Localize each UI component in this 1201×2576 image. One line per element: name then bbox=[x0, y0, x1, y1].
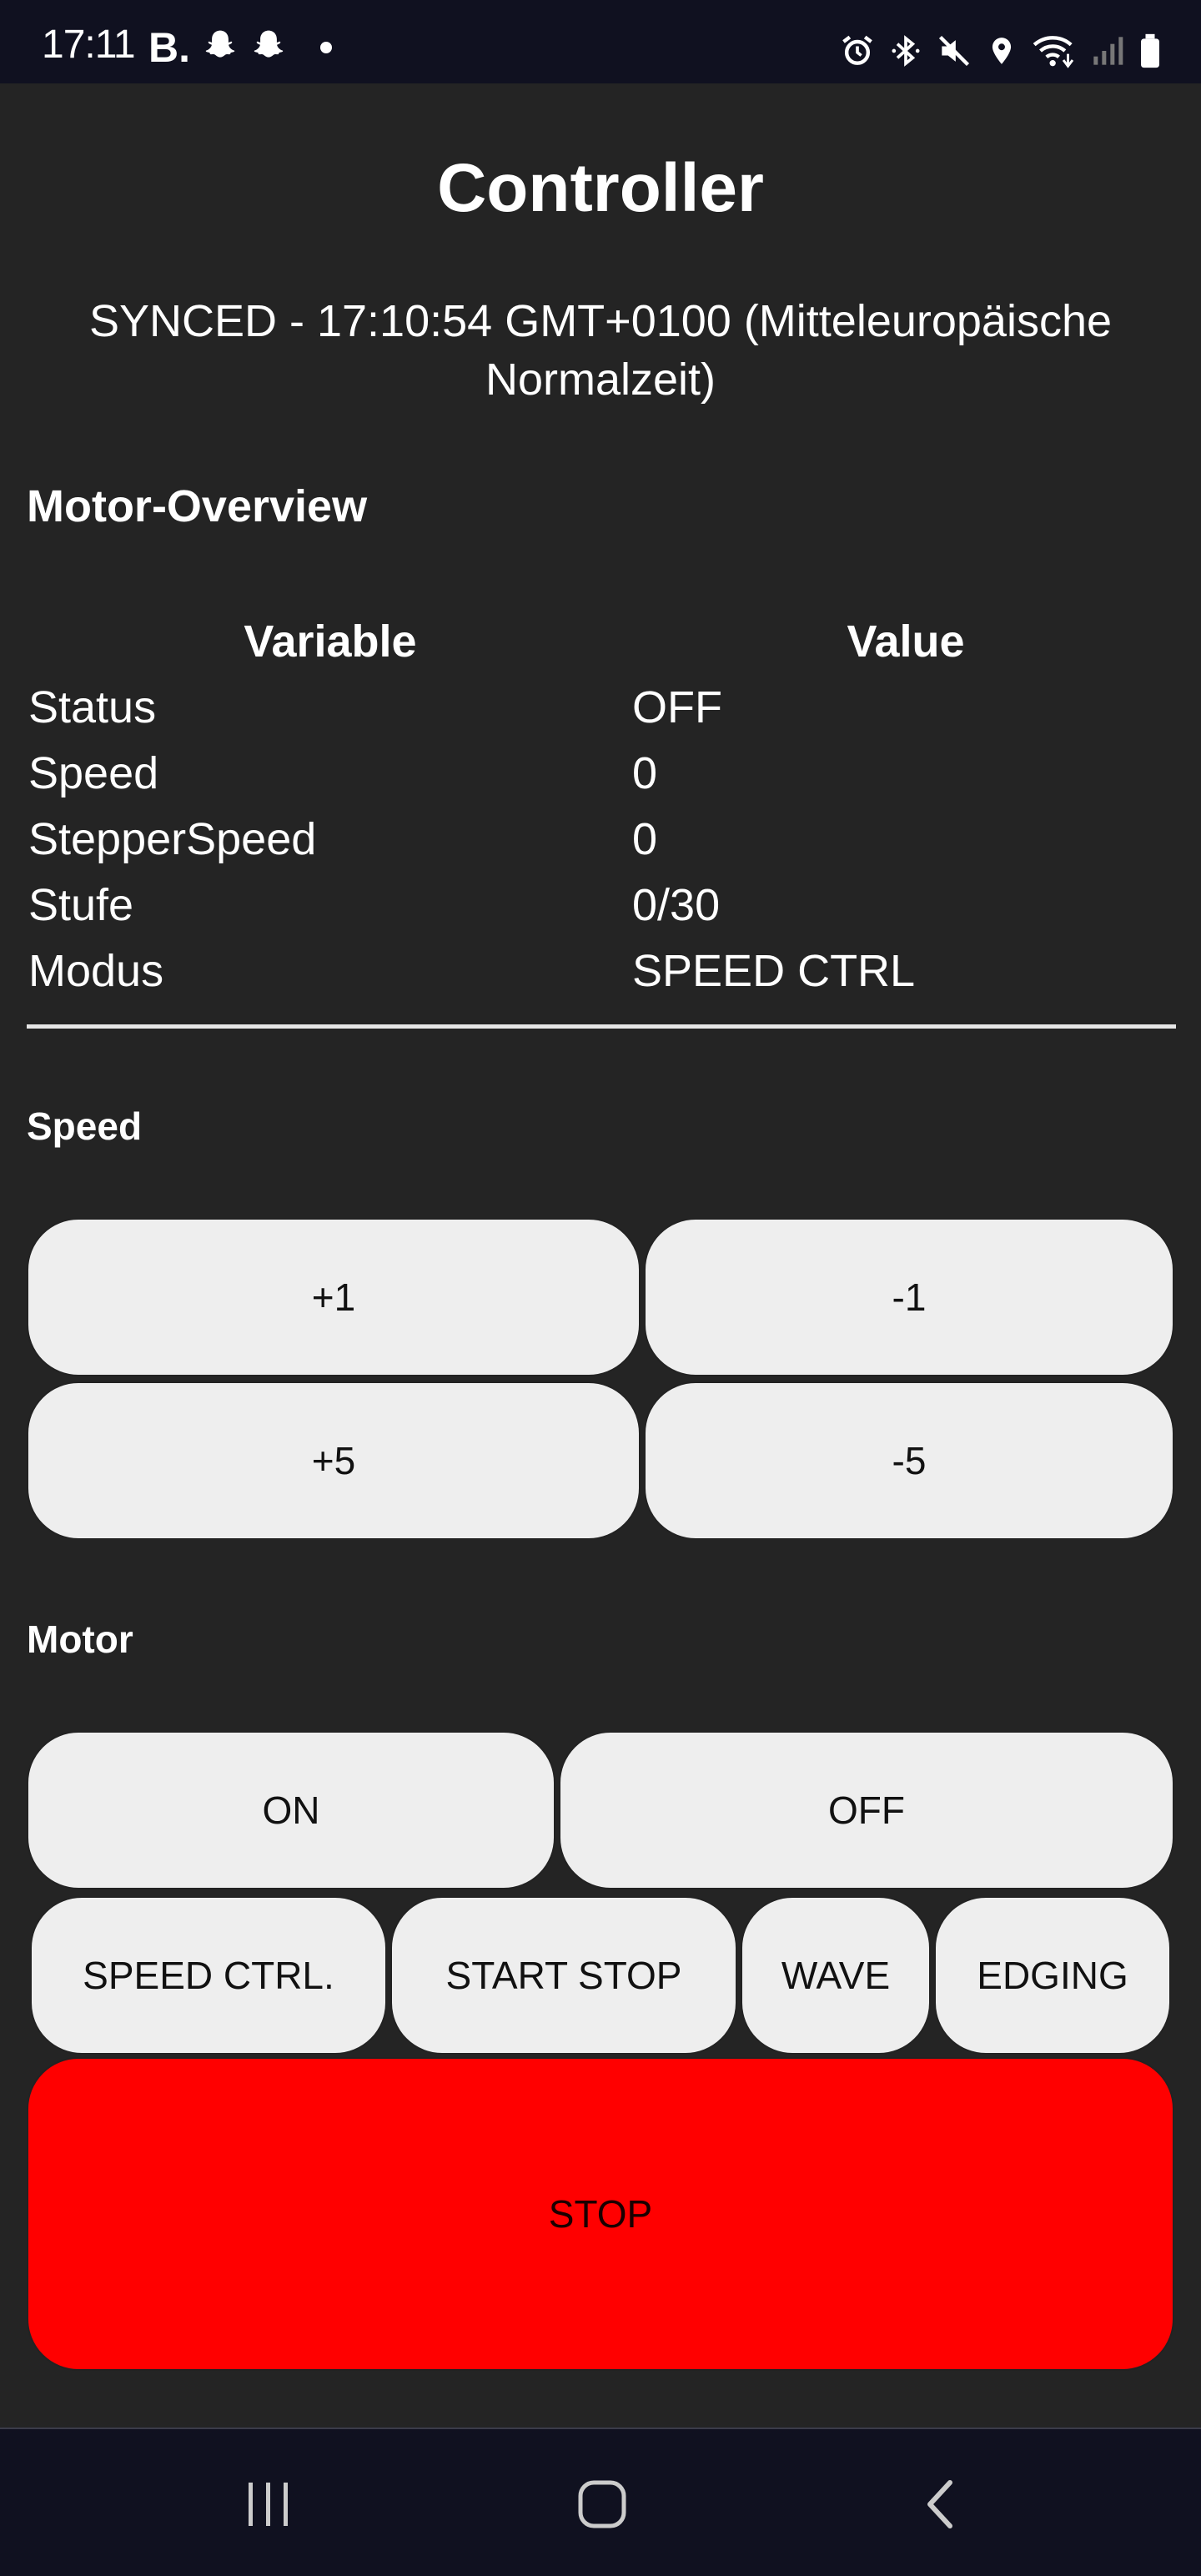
wifi-icon bbox=[1031, 33, 1078, 69]
status-bar: 17:11 B. bbox=[0, 0, 1201, 83]
motor-overview-table: Variable Value Status OFF Speed 0 Steppe… bbox=[28, 609, 1179, 1004]
section-divider bbox=[27, 1024, 1176, 1029]
table-row: Status OFF bbox=[28, 674, 1179, 740]
back-icon[interactable] bbox=[899, 2463, 982, 2546]
table-header-row: Variable Value bbox=[28, 609, 1179, 674]
notification-dot-icon bbox=[320, 42, 332, 53]
mode-start-stop-button[interactable]: START STOP bbox=[390, 1896, 737, 2055]
bluetooth-icon bbox=[889, 33, 922, 69]
snapchat-icon bbox=[202, 28, 239, 68]
row-variable: StepperSpeed bbox=[28, 813, 317, 864]
row-variable: Speed bbox=[28, 747, 159, 798]
page-title: Controller bbox=[437, 150, 764, 226]
table-row: Modus SPEED CTRL bbox=[28, 938, 1179, 1004]
home-icon[interactable] bbox=[560, 2463, 644, 2546]
speed-minus-5-button[interactable]: -5 bbox=[644, 1381, 1174, 1540]
row-variable: Modus bbox=[28, 945, 164, 996]
recent-apps-icon[interactable] bbox=[227, 2463, 310, 2546]
system-icons bbox=[839, 32, 1163, 70]
speed-plus-1-button[interactable]: +1 bbox=[27, 1218, 641, 1376]
notification-icons: B. bbox=[148, 24, 332, 71]
emergency-stop-button[interactable]: STOP bbox=[27, 2057, 1174, 2371]
location-icon bbox=[986, 33, 1018, 69]
table-row: Stufe 0/30 bbox=[28, 872, 1179, 938]
navigation-bar bbox=[0, 2428, 1201, 2576]
table-row: StepperSpeed 0 bbox=[28, 806, 1179, 872]
motor-on-button[interactable]: ON bbox=[27, 1731, 555, 1889]
overview-heading: Motor-Overview bbox=[27, 481, 368, 531]
row-value: OFF bbox=[632, 682, 722, 732]
table-row: Speed 0 bbox=[28, 740, 1179, 806]
speed-plus-5-button[interactable]: +5 bbox=[27, 1381, 641, 1540]
status-time: 17:11 bbox=[42, 23, 136, 67]
alarm-icon bbox=[839, 33, 876, 69]
mode-edging-button[interactable]: EDGING bbox=[934, 1896, 1171, 2055]
row-variable: Status bbox=[28, 682, 157, 732]
signal-icon bbox=[1091, 33, 1124, 69]
booking-b-icon: B. bbox=[148, 24, 190, 71]
mute-icon bbox=[936, 33, 972, 69]
row-value: SPEED CTRL bbox=[632, 945, 916, 996]
row-value: 0 bbox=[632, 747, 658, 798]
speed-heading: Speed bbox=[27, 1104, 143, 1148]
motor-off-button[interactable]: OFF bbox=[559, 1731, 1174, 1889]
column-header-value: Value bbox=[847, 616, 965, 667]
mode-wave-button[interactable]: WAVE bbox=[741, 1896, 931, 2055]
row-value: 0 bbox=[632, 813, 658, 864]
motor-heading: Motor bbox=[27, 1618, 133, 1661]
sync-status: SYNCED - 17:10:54 GMT+0100 (Mitteleuropä… bbox=[88, 296, 1113, 405]
row-variable: Stufe bbox=[28, 879, 134, 930]
mode-speed-ctrl-button[interactable]: SPEED CTRL. bbox=[30, 1896, 387, 2055]
row-value: 0/30 bbox=[632, 879, 721, 930]
column-header-variable: Variable bbox=[244, 616, 417, 667]
battery-icon bbox=[1138, 33, 1163, 69]
snapchat-icon bbox=[250, 28, 287, 68]
speed-minus-1-button[interactable]: -1 bbox=[644, 1218, 1174, 1376]
